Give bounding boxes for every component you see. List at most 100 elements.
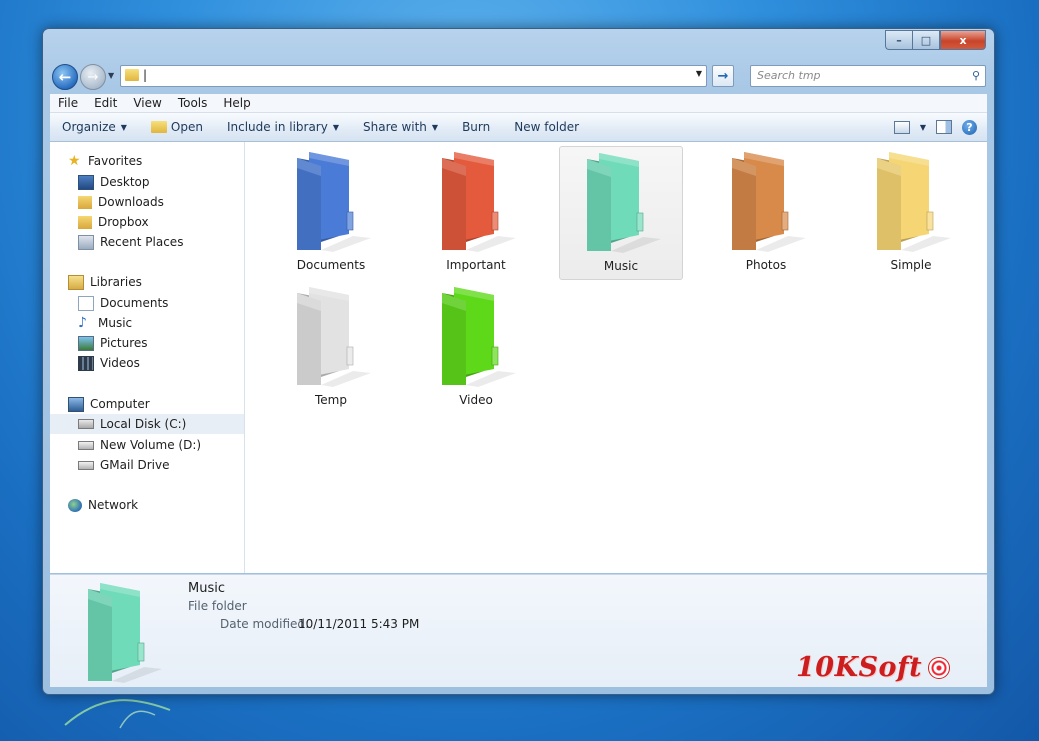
folder-icon [88, 583, 162, 683]
documents-icon [78, 295, 94, 311]
sidebar-item-label: Pictures [100, 336, 148, 350]
folder-item-documents[interactable]: Documents [269, 146, 393, 280]
menu-view[interactable]: View [125, 96, 169, 110]
sidebar-item-documents[interactable]: Documents [50, 293, 244, 313]
details-date-value: 10/11/2011 5:43 PM [298, 617, 420, 631]
folder-icon [297, 152, 371, 252]
sidebar-item-downloads[interactable]: Downloads [50, 192, 244, 212]
sidebar-item-music[interactable]: ♪ Music [50, 313, 244, 333]
maximize-button[interactable]: □ [912, 30, 940, 50]
sidebar-libraries[interactable]: Libraries [50, 272, 244, 292]
dropbox-icon [78, 215, 92, 229]
organize-label: Organize [62, 120, 116, 134]
sidebar-item-label: GMail Drive [100, 458, 170, 472]
menu-bar: File Edit View Tools Help [50, 94, 987, 113]
menu-edit[interactable]: Edit [86, 96, 125, 110]
caption-buttons: – □ x [885, 30, 986, 50]
file-list: Documents Important Music Photos Simple Temp V… [245, 142, 987, 573]
share-with-label: Share with [363, 120, 427, 134]
explorer-window: – □ x ← → ▼ | ▼ → Search tmp ⚲ File Edit… [42, 28, 995, 695]
folder-item-temp[interactable]: Temp [269, 281, 393, 415]
local-disk-icon [78, 419, 94, 429]
folder-item-video[interactable]: Video [414, 281, 538, 415]
watermark-logo: 10KSoft [796, 652, 951, 683]
sidebar-computer[interactable]: Computer [50, 394, 244, 414]
sidebar-item-videos[interactable]: Videos [50, 353, 244, 373]
folder-label: Important [446, 258, 506, 272]
folder-label: Temp [315, 393, 347, 407]
open-folder-icon [150, 121, 167, 133]
libraries-icon [68, 274, 84, 290]
include-in-library-button[interactable]: Include in library ▼ [215, 114, 351, 140]
sidebar-item-dropbox[interactable]: Dropbox [50, 212, 244, 232]
drive-icon [78, 460, 94, 470]
folder-item-photos[interactable]: Photos [704, 146, 828, 280]
sidebar-item-gmail-drive[interactable]: GMail Drive [50, 455, 244, 475]
close-button[interactable]: x [940, 30, 986, 50]
address-dropdown-icon[interactable]: ▼ [696, 69, 702, 78]
search-placeholder: Search tmp [757, 69, 821, 82]
folder-icon [587, 153, 661, 253]
sidebar-item-new-volume-d[interactable]: New Volume (D:) [50, 435, 244, 455]
include-in-library-label: Include in library [226, 120, 328, 134]
change-view-icon[interactable] [893, 120, 910, 134]
folder-item-simple[interactable]: Simple [849, 146, 973, 280]
menu-file[interactable]: File [50, 96, 86, 110]
search-input[interactable]: Search tmp ⚲ [750, 65, 986, 87]
help-icon[interactable]: ? [962, 119, 977, 135]
chevron-down-icon: ▼ [120, 122, 127, 132]
new-folder-button[interactable]: New folder [502, 114, 591, 140]
details-type: File folder [188, 599, 247, 613]
folder-item-important[interactable]: Important [414, 146, 538, 280]
sidebar-favorites[interactable]: ★ Favorites [50, 151, 244, 171]
details-date-label: Date modified: [220, 617, 310, 631]
videos-icon [78, 355, 94, 371]
recent-pages-dropdown-icon[interactable]: ▼ [108, 71, 114, 80]
music-note-icon: ♪ [78, 314, 87, 331]
sidebar-item-label: Local Disk (C:) [100, 417, 187, 431]
minimize-button[interactable]: – [885, 30, 912, 50]
toolbar-right-group: ▼ ? [893, 119, 987, 135]
downloads-icon [78, 195, 92, 209]
preview-pane-icon[interactable] [936, 120, 952, 134]
navigation-pane: ★ Favorites Desktop Downloads Dropbox Re… [50, 142, 245, 573]
go-button[interactable]: → [712, 65, 734, 87]
computer-icon [68, 396, 84, 412]
folder-icon [442, 287, 516, 387]
sidebar-item-label: Music [98, 316, 133, 330]
sidebar-label: Libraries [90, 275, 142, 289]
sidebar-label: Favorites [88, 154, 143, 168]
menu-help[interactable]: Help [215, 96, 258, 110]
menu-tools[interactable]: Tools [170, 96, 216, 110]
open-button[interactable]: Open [139, 114, 215, 140]
command-bar: Organize ▼ Open Include in library ▼ Share… [50, 113, 987, 142]
sidebar-item-label: Documents [100, 296, 169, 310]
folder-label: Video [459, 393, 493, 407]
folder-icon [877, 152, 951, 252]
network-icon [68, 498, 82, 512]
view-dropdown-icon[interactable]: ▼ [920, 123, 926, 132]
share-with-button[interactable]: Share with ▼ [351, 114, 450, 140]
folder-icon [732, 152, 806, 252]
details-name: Music [188, 581, 225, 596]
folder-label: Music [603, 259, 639, 273]
navigation-bar: ← → ▼ | ▼ → Search tmp ⚲ [50, 62, 987, 90]
organize-button[interactable]: Organize ▼ [50, 114, 139, 140]
back-button[interactable]: ← [52, 64, 78, 90]
sidebar-item-desktop[interactable]: Desktop [50, 172, 244, 192]
sidebar-label: Computer [90, 397, 150, 411]
star-icon: ★ [68, 152, 81, 169]
sidebar-item-label: Downloads [98, 195, 164, 209]
search-icon[interactable]: ⚲ [972, 69, 980, 82]
desktop-icon [78, 174, 94, 190]
sidebar-network[interactable]: Network [50, 495, 244, 515]
target-icon [928, 656, 951, 679]
folder-item-music[interactable]: Music [559, 146, 683, 280]
sidebar-item-recent-places[interactable]: Recent Places [50, 232, 244, 252]
sidebar-item-pictures[interactable]: Pictures [50, 333, 244, 353]
sidebar-item-local-disk-c[interactable]: Local Disk (C:) [50, 414, 244, 434]
chevron-down-icon: ▼ [431, 122, 439, 132]
forward-button[interactable]: → [80, 64, 106, 90]
burn-button[interactable]: Burn [450, 114, 502, 140]
address-bar[interactable]: | ▼ [120, 65, 707, 87]
